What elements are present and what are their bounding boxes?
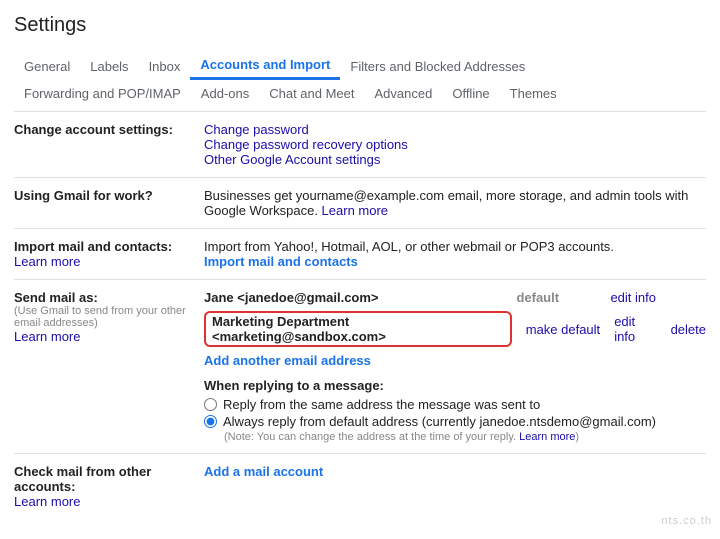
- tab-offline[interactable]: Offline: [442, 80, 499, 107]
- check-mail-learn-more-link[interactable]: Learn more: [14, 494, 80, 509]
- tab-accounts-import[interactable]: Accounts and Import: [190, 51, 340, 80]
- reply-note-b: ): [575, 431, 579, 443]
- edit-info-link-secondary[interactable]: edit info: [614, 314, 656, 344]
- default-label: default: [516, 290, 596, 305]
- change-password-link[interactable]: Change password: [204, 122, 309, 137]
- tab-chat-meet[interactable]: Chat and Meet: [259, 80, 364, 107]
- tab-themes[interactable]: Themes: [500, 80, 567, 107]
- watermark: nts.co.th: [661, 515, 712, 527]
- send-as-row-primary: Jane <janedoe@gmail.com> default edit in…: [204, 290, 706, 305]
- add-mail-account-link[interactable]: Add a mail account: [204, 464, 323, 479]
- import-body-text: Import from Yahoo!, Hotmail, AOL, or oth…: [204, 239, 706, 254]
- send-as-secondary-address: Marketing Department <marketing@sandbox.…: [204, 311, 512, 347]
- tab-labels[interactable]: Labels: [80, 53, 138, 80]
- using-gmail-work-heading: Using Gmail for work?: [14, 188, 200, 218]
- send-mail-as-learn-more-link[interactable]: Learn more: [14, 329, 80, 344]
- tab-inbox[interactable]: Inbox: [139, 53, 191, 80]
- change-recovery-link[interactable]: Change password recovery options: [204, 137, 408, 152]
- settings-tabs: General Labels Inbox Accounts and Import…: [14, 51, 706, 107]
- tab-general[interactable]: General: [14, 53, 80, 80]
- send-mail-as-subtext: (Use Gmail to send from your other email…: [14, 305, 200, 329]
- tab-filters[interactable]: Filters and Blocked Addresses: [340, 53, 535, 80]
- change-account-heading: Change account settings:: [14, 122, 200, 167]
- work-body-text: Businesses get yourname@example.com emai…: [204, 188, 688, 218]
- edit-info-link-primary[interactable]: edit info: [610, 290, 656, 305]
- reply-same-radio[interactable]: [204, 398, 217, 411]
- import-mail-contacts-link[interactable]: Import mail and contacts: [204, 254, 358, 269]
- page-title: Settings: [14, 14, 706, 37]
- tab-addons[interactable]: Add-ons: [191, 80, 259, 107]
- reply-default-radio[interactable]: [204, 415, 217, 428]
- send-as-primary-address: Jane <janedoe@gmail.com>: [204, 290, 502, 305]
- reply-note-learn-more-link[interactable]: Learn more: [519, 431, 575, 443]
- work-learn-more-link[interactable]: Learn more: [322, 203, 388, 218]
- check-mail-heading: Check mail from other accounts:: [14, 464, 200, 494]
- import-heading: Import mail and contacts:: [14, 239, 200, 254]
- tab-forwarding[interactable]: Forwarding and POP/IMAP: [14, 80, 191, 107]
- send-as-row-secondary: Marketing Department <marketing@sandbox.…: [204, 311, 706, 347]
- make-default-link[interactable]: make default: [526, 322, 600, 337]
- send-mail-as-heading: Send mail as:: [14, 290, 200, 305]
- reply-default-label[interactable]: Always reply from default address (curre…: [223, 414, 656, 429]
- reply-note-a: (Note: You can change the address at the…: [224, 431, 519, 443]
- add-another-email-link[interactable]: Add another email address: [204, 353, 371, 368]
- reply-same-label[interactable]: Reply from the same address the message …: [223, 397, 540, 412]
- import-learn-more-link[interactable]: Learn more: [14, 254, 80, 269]
- reply-heading: When replying to a message:: [204, 378, 706, 393]
- delete-link[interactable]: delete: [671, 322, 706, 337]
- tab-advanced[interactable]: Advanced: [365, 80, 443, 107]
- other-google-settings-link[interactable]: Other Google Account settings: [204, 152, 380, 167]
